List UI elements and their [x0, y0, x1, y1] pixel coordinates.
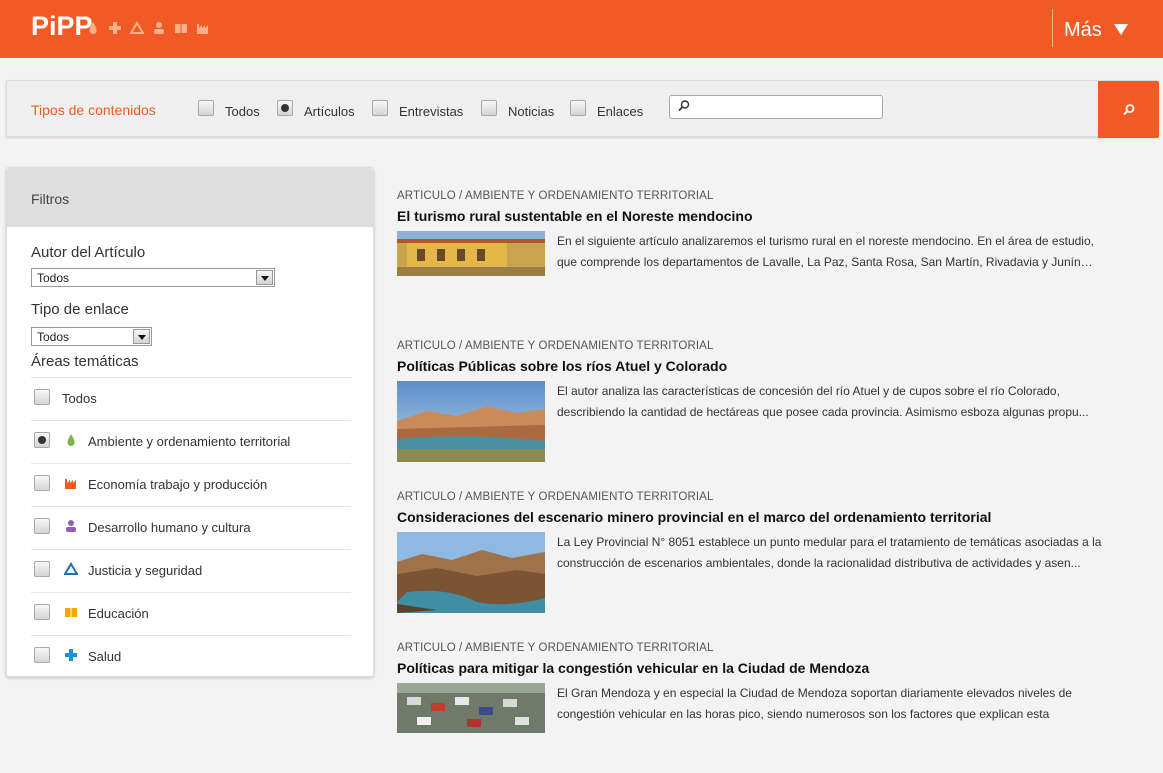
article-excerpt-line: describiendo la cantidad de hectáreas qu…	[557, 405, 1089, 419]
article-thumbnail[interactable]	[397, 231, 545, 276]
cross-icon	[109, 22, 121, 34]
area-item-label: Desarrollo humano y cultura	[88, 520, 251, 535]
area-justicia-checkbox[interactable]	[34, 561, 50, 577]
content-type-articulos-label: Artículos	[304, 104, 355, 119]
logo[interactable]: PiPP	[31, 11, 93, 42]
article-excerpt-line: El autor analiza las características de …	[557, 384, 1060, 398]
article-category[interactable]: ARTICULO / AMBIENTE Y ORDENAMIENTO TERRI…	[397, 642, 1157, 654]
drop-icon	[89, 22, 97, 34]
article-category[interactable]: ARTICULO / AMBIENTE Y ORDENAMIENTO TERRI…	[397, 491, 1157, 503]
triangle-icon	[130, 21, 144, 34]
cross-icon	[65, 649, 77, 661]
content-type-entrevistas-label: Entrevistas	[399, 104, 464, 119]
content-type-noticias-label: Noticias	[508, 104, 555, 119]
content-type-noticias-checkbox[interactable]	[481, 100, 497, 116]
article-excerpt-line: que comprende los departamentos de Laval…	[557, 255, 1093, 269]
area-salud-checkbox[interactable]	[34, 647, 50, 663]
link-type-select[interactable]: Todos	[31, 327, 152, 346]
area-item-label: Todos	[62, 391, 97, 406]
article-title[interactable]: Consideraciones del escenario minero pro…	[397, 509, 1157, 525]
article-item: ARTICULO / AMBIENTE Y ORDENAMIENTO TERRI…	[397, 190, 1157, 321]
article-item: ARTICULO / AMBIENTE Y ORDENAMIENTO TERRI…	[397, 642, 1157, 773]
article-excerpt-line: En el siguiente artículo analizaremos el…	[557, 234, 1094, 248]
book-icon	[65, 608, 77, 617]
article-excerpt-line: El Gran Mendoza y en especial la Ciudad …	[557, 686, 1072, 700]
article-title[interactable]: El turismo rural sustentable en el Nores…	[397, 208, 1157, 224]
link-type-select-value: Todos	[37, 330, 70, 344]
search-button[interactable]	[1098, 81, 1159, 138]
content-type-enlaces-checkbox[interactable]	[570, 100, 586, 116]
area-todos-checkbox[interactable]	[34, 389, 50, 405]
article-title[interactable]: Políticas Públicas sobre los ríos Atuel …	[397, 358, 1157, 374]
article-thumbnail[interactable]	[397, 381, 545, 462]
area-item-ambiente[interactable]: Ambiente y ordenamiento territorial	[31, 421, 351, 463]
top-bar: PiPP Más	[0, 0, 1163, 58]
content-type-todos-label: Todos	[225, 104, 260, 119]
content-type-bar: Tipos de contenidos Todos Artículos Entr…	[6, 80, 1159, 138]
chevron-down-icon	[256, 270, 273, 285]
content-type-enlaces-label: Enlaces	[597, 104, 644, 119]
drop-icon	[67, 434, 75, 446]
person-icon	[66, 520, 76, 532]
area-item-todos[interactable]: Todos	[31, 378, 351, 420]
article-excerpt-line: congestión vehicular en las horas pico, …	[557, 707, 1050, 721]
article-thumbnail[interactable]	[397, 683, 545, 733]
area-desarrollo-checkbox[interactable]	[34, 518, 50, 534]
area-item-salud[interactable]: Salud	[31, 636, 351, 678]
area-item-label: Educación	[88, 606, 149, 621]
search-icon	[678, 100, 690, 112]
header-divider	[1052, 9, 1053, 47]
area-educacion-checkbox[interactable]	[34, 604, 50, 620]
factory-icon	[197, 24, 208, 34]
area-item-economia[interactable]: Economía trabajo y producción	[31, 464, 351, 506]
search-icon	[1122, 103, 1134, 115]
area-item-label: Justicia y seguridad	[88, 563, 203, 578]
area-ambiente-checkbox[interactable]	[34, 432, 50, 448]
article-excerpt-line: La Ley Provincial N° 8051 establece un p…	[557, 535, 1102, 549]
person-icon	[154, 22, 164, 34]
article-item: ARTICULO / AMBIENTE Y ORDENAMIENTO TERRI…	[397, 491, 1157, 622]
chevron-down-icon	[133, 329, 150, 344]
area-item-label: Economía trabajo y producción	[88, 477, 268, 492]
article-excerpt: En el siguiente artículo analizaremos el…	[557, 231, 1157, 273]
area-economia-checkbox[interactable]	[34, 475, 50, 491]
article-excerpt: La Ley Provincial N° 8051 establece un p…	[557, 532, 1157, 574]
author-select-value: Todos	[37, 271, 70, 285]
filters-title: Filtros	[7, 168, 373, 227]
filters-panel: Filtros Autor del Artículo Todos Tipo de…	[6, 167, 374, 677]
article-title[interactable]: Políticas para mitigar la congestión veh…	[397, 660, 1157, 676]
article-category[interactable]: ARTICULO / AMBIENTE Y ORDENAMIENTO TERRI…	[397, 340, 1157, 352]
content-type-todos-checkbox[interactable]	[198, 100, 214, 116]
article-excerpt: El autor analiza las características de …	[557, 381, 1157, 423]
author-filter-label: Autor del Artículo	[31, 244, 146, 261]
author-select[interactable]: Todos	[31, 268, 275, 287]
article-excerpt: El Gran Mendoza y en especial la Ciudad …	[557, 683, 1157, 725]
article-item: ARTICULO / AMBIENTE Y ORDENAMIENTO TERRI…	[397, 340, 1157, 471]
article-thumbnail[interactable]	[397, 532, 545, 613]
areas-filter-label: Áreas temáticas	[31, 353, 139, 370]
article-excerpt-line: construcción de escenarios ambientales, …	[557, 556, 1081, 570]
content-type-title: Tipos de contenidos	[31, 102, 156, 118]
content-type-articulos-checkbox[interactable]	[277, 100, 293, 116]
article-category[interactable]: ARTICULO / AMBIENTE Y ORDENAMIENTO TERRI…	[397, 190, 1157, 202]
link-type-filter-label: Tipo de enlace	[31, 301, 129, 318]
area-item-desarrollo[interactable]: Desarrollo humano y cultura	[31, 507, 351, 549]
more-menu-button[interactable]: Más	[1064, 19, 1128, 42]
book-icon	[175, 24, 187, 33]
triangle-icon	[64, 562, 78, 575]
search-input[interactable]	[669, 95, 883, 119]
area-item-educacion[interactable]: Educación	[31, 593, 351, 635]
factory-icon	[65, 479, 76, 489]
caret-down-icon	[1113, 24, 1128, 35]
area-item-label: Salud	[88, 649, 122, 664]
area-item-justicia[interactable]: Justicia y seguridad	[31, 550, 351, 592]
content-type-entrevistas-checkbox[interactable]	[372, 100, 388, 116]
area-item-label: Ambiente y ordenamiento territorial	[88, 434, 291, 449]
logo-icons	[86, 21, 210, 35]
more-menu-label: Más	[1064, 19, 1102, 41]
